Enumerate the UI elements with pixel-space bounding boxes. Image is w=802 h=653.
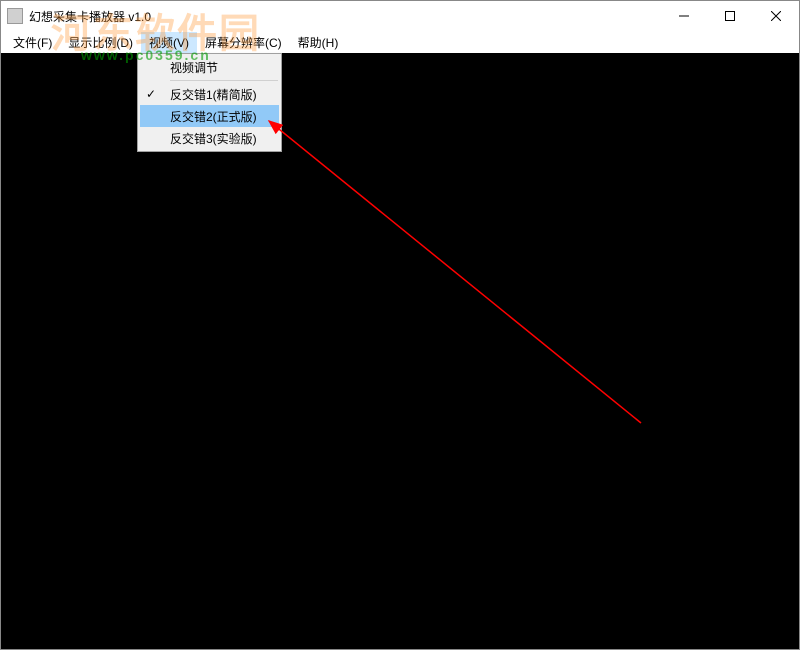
check-icon: ✓ xyxy=(146,87,156,101)
titlebar-left: 幻想采集卡播放器 v1.0 xyxy=(7,8,151,25)
menu-file[interactable]: 文件(F) xyxy=(5,32,60,53)
minimize-button[interactable] xyxy=(661,1,707,31)
maximize-button[interactable] xyxy=(707,1,753,31)
dropdown-item-deinterlace3[interactable]: 反交错3(实验版) xyxy=(140,127,279,149)
dropdown-item-deinterlace2[interactable]: 反交错2(正式版) xyxy=(140,105,279,127)
menu-resolution[interactable]: 屏幕分辨率(C) xyxy=(197,32,290,53)
window-title: 幻想采集卡播放器 v1.0 xyxy=(29,8,151,25)
dropdown-item-label: 反交错1(精简版) xyxy=(170,86,257,103)
app-window: 幻想采集卡播放器 v1.0 文件(F) 显示比例(D) 视频(V) 屏幕分辨率(… xyxy=(0,0,800,650)
close-button[interactable] xyxy=(753,1,799,31)
dropdown-item-label: 反交错3(实验版) xyxy=(170,130,257,147)
titlebar: 幻想采集卡播放器 v1.0 xyxy=(1,1,799,31)
maximize-icon xyxy=(725,11,735,21)
menu-video[interactable]: 视频(V) xyxy=(141,32,197,53)
dropdown-item-deinterlace1[interactable]: ✓ 反交错1(精简版) xyxy=(140,83,279,105)
window-controls xyxy=(661,1,799,31)
menu-display-ratio[interactable]: 显示比例(D) xyxy=(60,32,141,53)
menubar: 文件(F) 显示比例(D) 视频(V) 屏幕分辨率(C) 帮助(H) xyxy=(1,31,799,53)
dropdown-header-label: 视频调节 xyxy=(170,59,218,76)
menu-help[interactable]: 帮助(H) xyxy=(290,32,347,53)
close-icon xyxy=(771,11,781,21)
video-area xyxy=(1,53,799,649)
dropdown-header[interactable]: 视频调节 xyxy=(140,56,279,78)
dropdown-separator xyxy=(170,80,278,81)
app-icon xyxy=(7,8,23,24)
minimize-icon xyxy=(679,11,689,21)
dropdown-item-label: 反交错2(正式版) xyxy=(170,108,257,125)
video-dropdown: 视频调节 ✓ 反交错1(精简版) 反交错2(正式版) 反交错3(实验版) xyxy=(137,53,282,152)
